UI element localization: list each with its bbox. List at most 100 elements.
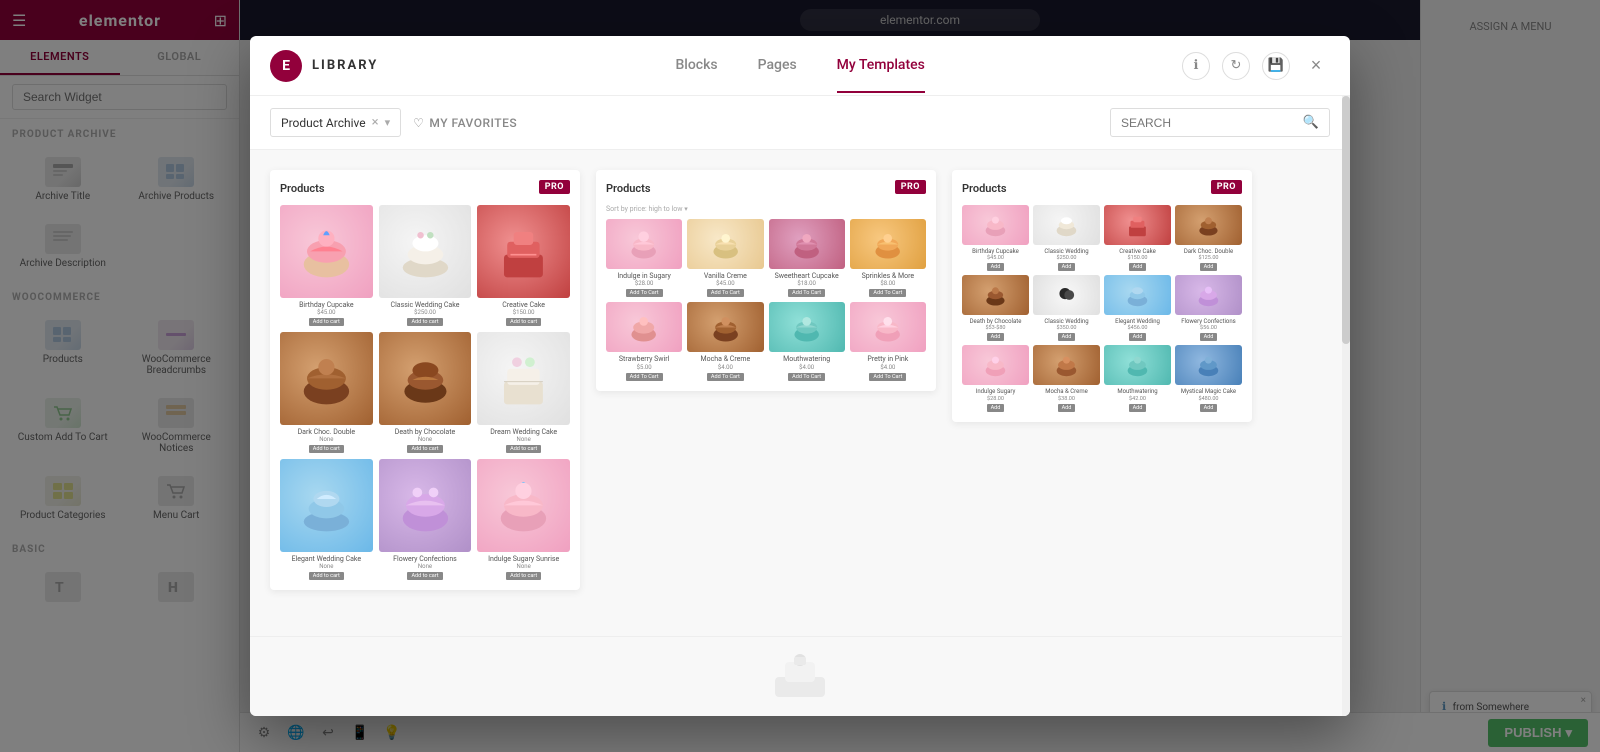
save-button[interactable]: 💾	[1262, 52, 1290, 80]
product-image	[850, 302, 926, 352]
favorites-label: MY FAVORITES	[429, 116, 517, 130]
product-name: Indulge in Sugary	[617, 272, 670, 280]
modal-header-actions: ℹ ↻ 💾 ×	[1182, 52, 1330, 80]
product-price: $45.00	[987, 255, 1004, 261]
product-price: $4.00	[799, 364, 814, 371]
product-price: $250.00	[414, 309, 436, 316]
add-to-cart-btn[interactable]: Add	[1129, 263, 1147, 271]
modal-scroll-track[interactable]	[1342, 96, 1350, 716]
product-image	[1104, 205, 1171, 245]
product-item: Flowery Confections $56.00 Add	[1175, 275, 1242, 341]
product-item: Vanilla Creme $45.00 Add To Cart	[687, 219, 763, 297]
add-to-cart-btn[interactable]: Add To Cart	[869, 289, 906, 297]
add-to-cart-btn[interactable]: Add To Cart	[788, 289, 825, 297]
add-to-cart-btn[interactable]: Add	[987, 404, 1005, 412]
filter-chevron-icon: ▾	[385, 116, 391, 129]
product-image	[477, 205, 570, 298]
product-name: Mouthwatering	[1117, 388, 1157, 395]
product-grid-3: Birthday Cupcake $45.00 Add Classic Wedd…	[962, 205, 1242, 412]
add-to-cart-btn[interactable]: Add	[1058, 263, 1076, 271]
add-to-cart-btn[interactable]: Add	[1058, 404, 1076, 412]
product-name: Sweetheart Cupcake	[775, 272, 839, 280]
product-image	[1104, 275, 1171, 315]
add-to-cart-btn[interactable]: Add to cart	[407, 318, 442, 326]
sync-button[interactable]: ↻	[1222, 52, 1250, 80]
card-3-title: Products	[962, 180, 1242, 197]
product-image	[687, 302, 763, 352]
tab-blocks[interactable]: Blocks	[675, 39, 717, 93]
product-name: Sprinkles & More	[862, 272, 915, 280]
product-item: Creative Cake $150.00 Add to cart	[477, 205, 570, 326]
modal-tabs: Blocks Pages My Templates	[418, 39, 1182, 93]
product-item: Mocha & Creme $4.00 Add To Cart	[687, 302, 763, 380]
add-to-cart-btn[interactable]: Add To Cart	[626, 289, 663, 297]
product-item: Indulge in Sugary $28.00 Add To Cart	[606, 219, 682, 297]
search-input[interactable]	[1121, 116, 1297, 130]
template-card-2[interactable]: PRO Products Sort by price: high to low …	[596, 170, 936, 391]
product-item: Dark Choc. Double None Add to cart	[280, 332, 373, 453]
product-price: $456.00	[1128, 325, 1148, 331]
product-image	[606, 219, 682, 269]
add-to-cart-btn[interactable]: Add to cart	[506, 572, 541, 580]
add-to-cart-btn[interactable]: Add To Cart	[707, 373, 744, 381]
add-to-cart-btn[interactable]: Add	[987, 333, 1005, 341]
add-to-cart-btn[interactable]: Add	[1200, 333, 1218, 341]
close-modal-button[interactable]: ×	[1302, 52, 1330, 80]
product-item: Strawberry Swirl $5.00 Add To Cart	[606, 302, 682, 380]
product-name: Strawberry Swirl	[619, 355, 669, 363]
tab-pages[interactable]: Pages	[758, 39, 797, 93]
product-name: Dream Wedding Cake	[490, 428, 557, 436]
add-to-cart-btn[interactable]: Add To Cart	[707, 289, 744, 297]
add-to-cart-btn[interactable]: Add To Cart	[626, 373, 663, 381]
product-image	[850, 219, 926, 269]
product-item: Mocha & Creme $38.00 Add	[1033, 345, 1100, 411]
product-price: $45.00	[317, 309, 335, 316]
add-to-cart-btn[interactable]: Add To Cart	[869, 373, 906, 381]
add-to-cart-btn[interactable]: Add to cart	[309, 445, 344, 453]
product-price: $38.00	[1058, 396, 1075, 402]
add-to-cart-btn[interactable]: Add	[1129, 404, 1147, 412]
product-name: Mystical Magic Cake	[1181, 388, 1236, 395]
add-to-cart-btn[interactable]: Add	[1200, 263, 1218, 271]
product-image	[1175, 345, 1242, 385]
favorites-button[interactable]: ♡ MY FAVORITES	[413, 116, 517, 130]
product-item: Mystical Magic Cake $480.00 Add	[1175, 345, 1242, 411]
heart-icon: ♡	[413, 116, 424, 130]
add-to-cart-btn[interactable]: Add	[1058, 333, 1076, 341]
add-to-cart-btn[interactable]: Add	[1200, 404, 1218, 412]
tab-my-templates[interactable]: My Templates	[837, 39, 925, 93]
product-image	[1175, 275, 1242, 315]
product-price: $28.00	[987, 396, 1004, 402]
add-to-cart-btn[interactable]: Add To Cart	[788, 373, 825, 381]
template-card-3[interactable]: PRO Products Birthday Cupcake $45.00	[952, 170, 1252, 422]
product-name: Vanilla Creme	[704, 272, 747, 280]
search-bar: 🔍	[1110, 108, 1330, 137]
add-to-cart-btn[interactable]: Add to cart	[506, 445, 541, 453]
add-to-cart-btn[interactable]: Add to cart	[506, 318, 541, 326]
info-button[interactable]: ℹ	[1182, 52, 1210, 80]
product-price: None	[418, 563, 432, 570]
product-image	[1033, 345, 1100, 385]
pro-badge-1: PRO	[539, 180, 570, 194]
add-to-cart-btn[interactable]: Add	[1129, 333, 1147, 341]
product-image	[280, 332, 373, 425]
product-name: Flowery Confections	[393, 555, 457, 563]
filter-dropdown[interactable]: Product Archive × ▾	[270, 108, 401, 137]
modal-header: E LIBRARY Blocks Pages My Templates ℹ ↻ …	[250, 36, 1350, 96]
search-icon: 🔍	[1303, 115, 1319, 130]
modal-filter-bar: Product Archive × ▾ ♡ MY FAVORITES 🔍	[250, 96, 1350, 150]
product-image	[687, 219, 763, 269]
template-card-1[interactable]: PRO Products Birthday Cupcake $45.00	[270, 170, 580, 590]
product-item: Sprinkles & More $8.00 Add To Cart	[850, 219, 926, 297]
product-name: Elegant Wedding Cake	[292, 555, 362, 563]
filter-clear-button[interactable]: ×	[372, 115, 379, 130]
product-name: Indulge Sugary Sunrise	[488, 555, 559, 563]
add-to-cart-btn[interactable]: Add to cart	[309, 318, 344, 326]
add-to-cart-btn[interactable]: Add to cart	[309, 572, 344, 580]
add-to-cart-btn[interactable]: Add to cart	[407, 445, 442, 453]
product-price: $56.00	[1200, 325, 1217, 331]
product-item: Birthday Cupcake $45.00 Add to cart	[280, 205, 373, 326]
add-to-cart-btn[interactable]: Add to cart	[407, 572, 442, 580]
add-to-cart-btn[interactable]: Add	[987, 263, 1005, 271]
product-item: Elegant Wedding Cake None Add to cart	[280, 459, 373, 580]
